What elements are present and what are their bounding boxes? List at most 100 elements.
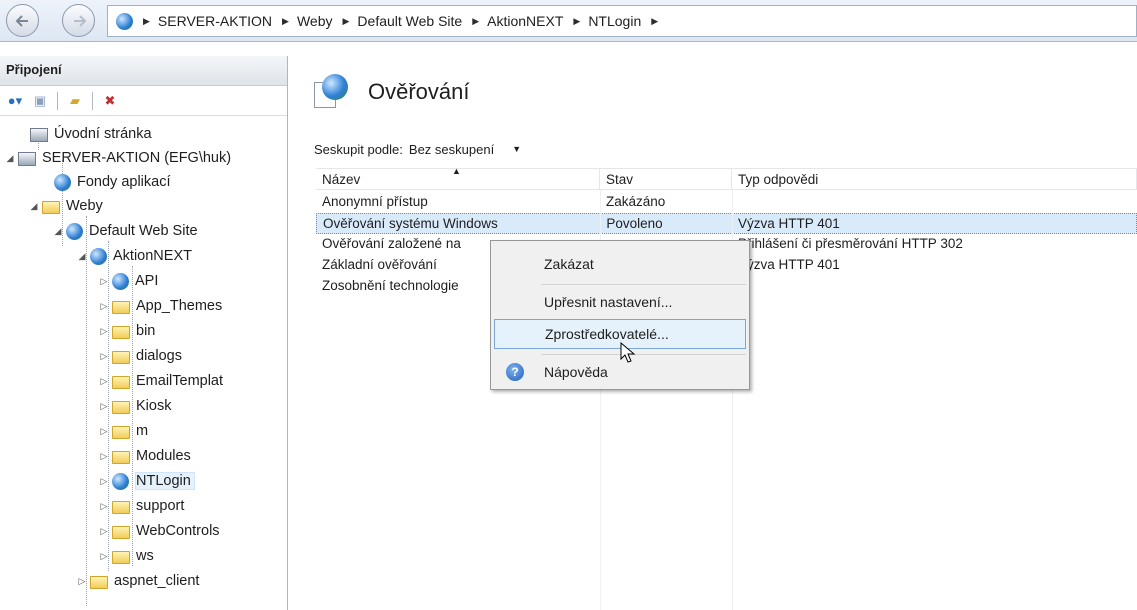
table-row-selected[interactable]: Ověřování systému Windows Povoleno Výzva…: [316, 213, 1137, 234]
connections-toolbar: ●▾ ▣ ▰ ✖: [0, 86, 287, 116]
group-by-dropdown[interactable]: Bez seskupení ▼: [409, 142, 521, 157]
breadcrumb-item[interactable]: ▶ AktionNEXT: [472, 13, 563, 29]
expand-icon[interactable]: ▷: [76, 576, 88, 587]
collapse-icon[interactable]: ◢: [4, 153, 16, 164]
expand-icon[interactable]: ▷: [98, 501, 110, 512]
globe-icon: [66, 222, 83, 240]
breadcrumb-item[interactable]: ▶ SERVER-AKTION: [143, 13, 272, 29]
forward-button[interactable]: [62, 4, 95, 37]
collapse-icon[interactable]: ◢: [28, 201, 40, 212]
up-folder-icon[interactable]: ▰: [64, 91, 86, 111]
column-header-status[interactable]: Stav: [600, 169, 732, 190]
folder-icon: [90, 576, 108, 589]
expand-icon[interactable]: ▷: [98, 301, 110, 312]
sort-ascending-icon: ▲: [452, 166, 461, 176]
connections-pane: Připojení ●▾ ▣ ▰ ✖ Úvodní stránka ◢ SERVE…: [0, 56, 288, 610]
address-bar: ▶ SERVER-AKTION ▶ Weby ▶ Default Web Site ▶…: [0, 0, 1137, 42]
row-status: Povoleno: [606, 216, 663, 231]
web-app-icon: [112, 272, 129, 290]
connections-tree: Úvodní stránka ◢ SERVER-AKTION (EFG\huk) …: [0, 116, 288, 610]
tree-item-default-web-site[interactable]: ◢ Default Web Site: [52, 219, 198, 243]
folder-icon: [112, 501, 130, 514]
selected-node-label: NTLogin: [135, 472, 195, 490]
authentication-icon: [314, 74, 350, 110]
row-response: [732, 192, 1137, 213]
connections-header: Připojení: [0, 56, 287, 86]
web-app-icon: [116, 12, 133, 30]
breadcrumb[interactable]: ▶ SERVER-AKTION ▶ Weby ▶ Default Web Site ▶…: [107, 5, 1137, 37]
table-row[interactable]: Anonymní přístup Zakázáno: [316, 192, 1137, 213]
row-response: [732, 276, 1137, 297]
expand-icon[interactable]: ▷: [98, 276, 110, 287]
disconnect-icon[interactable]: ✖: [99, 91, 121, 111]
page-title: Ověřování: [368, 79, 470, 104]
start-page-icon: [30, 128, 48, 142]
tree-item-webcontrols[interactable]: ▷ WebControls: [98, 519, 220, 543]
forward-arrow-icon: [74, 15, 87, 27]
tree-item-ws[interactable]: ▷ ws: [98, 544, 154, 568]
collapse-icon[interactable]: ◢: [76, 251, 88, 262]
tree-item-ntlogin[interactable]: ▷ NTLogin: [98, 469, 195, 493]
folder-icon: [112, 551, 130, 564]
column-header-response-type[interactable]: Typ odpovědi: [732, 169, 1137, 190]
folder-icon: [112, 426, 130, 439]
menu-item-advanced-settings[interactable]: Upřesnit nastavení...: [494, 287, 746, 317]
menu-item-disable[interactable]: Zakázat: [494, 249, 746, 279]
tree-item-emailtemplat[interactable]: ▷ EmailTemplat: [98, 369, 223, 393]
expand-icon[interactable]: ▷: [98, 376, 110, 387]
mouse-cursor-icon: [620, 341, 636, 367]
expand-icon[interactable]: ▷: [98, 451, 110, 462]
tree-item-sites[interactable]: ◢ Weby: [28, 194, 103, 218]
collapse-icon[interactable]: ◢: [52, 226, 64, 237]
breadcrumb-item[interactable]: ▶ NTLogin: [573, 13, 641, 29]
tree-item-api[interactable]: ▷ API: [98, 269, 158, 293]
tree-item-server[interactable]: ◢ SERVER-AKTION (EFG\huk): [4, 146, 231, 170]
row-name: Ověřování systému Windows: [323, 216, 498, 231]
folder-icon: [112, 526, 130, 539]
expand-icon[interactable]: ▷: [98, 551, 110, 562]
tree-item-dialogs[interactable]: ▷ dialogs: [98, 344, 182, 368]
row-response: Výzva HTTP 401: [738, 216, 840, 231]
grid-header: Název ▲ Stav Typ odpovědi: [316, 166, 1137, 190]
breadcrumb-item[interactable]: ▶ Weby: [282, 13, 332, 29]
help-icon: ?: [506, 363, 524, 381]
expand-icon[interactable]: ▷: [98, 326, 110, 337]
column-header-name[interactable]: Název ▲: [316, 166, 600, 190]
back-button[interactable]: [6, 4, 39, 37]
tree-item-start-page[interactable]: Úvodní stránka: [30, 122, 152, 146]
app-pool-icon: [54, 173, 71, 191]
web-app-icon: [90, 247, 107, 265]
context-menu: Zakázat Upřesnit nastavení... Zprostředk…: [490, 240, 750, 390]
folder-icon: [112, 401, 130, 414]
folder-icon: [112, 351, 130, 364]
folder-icon: [112, 451, 130, 464]
menu-separator: [541, 354, 746, 355]
tree-item-aspnet-client[interactable]: ▷ aspnet_client: [76, 569, 199, 593]
breadcrumb-item[interactable]: ▶ Default Web Site: [343, 13, 463, 29]
folder-icon: [112, 376, 130, 389]
save-icon[interactable]: ▣: [29, 91, 51, 111]
row-response: Výzva HTTP 401: [738, 257, 840, 272]
expand-icon[interactable]: ▷: [98, 476, 110, 487]
tree-item-app-pools[interactable]: Fondy aplikací: [54, 170, 171, 194]
sites-folder-icon: [42, 201, 60, 214]
menu-separator: [541, 284, 746, 285]
expand-icon[interactable]: ▷: [98, 426, 110, 437]
tree-item-app-themes[interactable]: ▷ App_Themes: [98, 294, 222, 318]
tree-item-kiosk[interactable]: ▷ Kiosk: [98, 394, 171, 418]
expand-icon[interactable]: ▷: [98, 351, 110, 362]
tree-item-support[interactable]: ▷ support: [98, 494, 184, 518]
row-name: Anonymní přístup: [322, 194, 428, 209]
tree-item-m[interactable]: ▷ m: [98, 419, 148, 443]
expand-icon[interactable]: ▷: [98, 401, 110, 412]
dropdown-arrow-icon: ▼: [512, 144, 522, 154]
tree-item-modules[interactable]: ▷ Modules: [98, 444, 191, 468]
tree-item-aktionnext[interactable]: ◢ AktionNEXT: [76, 244, 192, 268]
tree-item-bin[interactable]: ▷ bin: [98, 319, 155, 343]
server-icon: [18, 152, 36, 166]
group-by-label: Seskupit podle:: [314, 141, 403, 157]
toolbar-separator: [92, 91, 93, 110]
connect-icon[interactable]: ●▾: [4, 91, 26, 111]
expand-icon[interactable]: ▷: [98, 526, 110, 537]
breadcrumb-chevron[interactable]: ▶: [651, 16, 666, 27]
